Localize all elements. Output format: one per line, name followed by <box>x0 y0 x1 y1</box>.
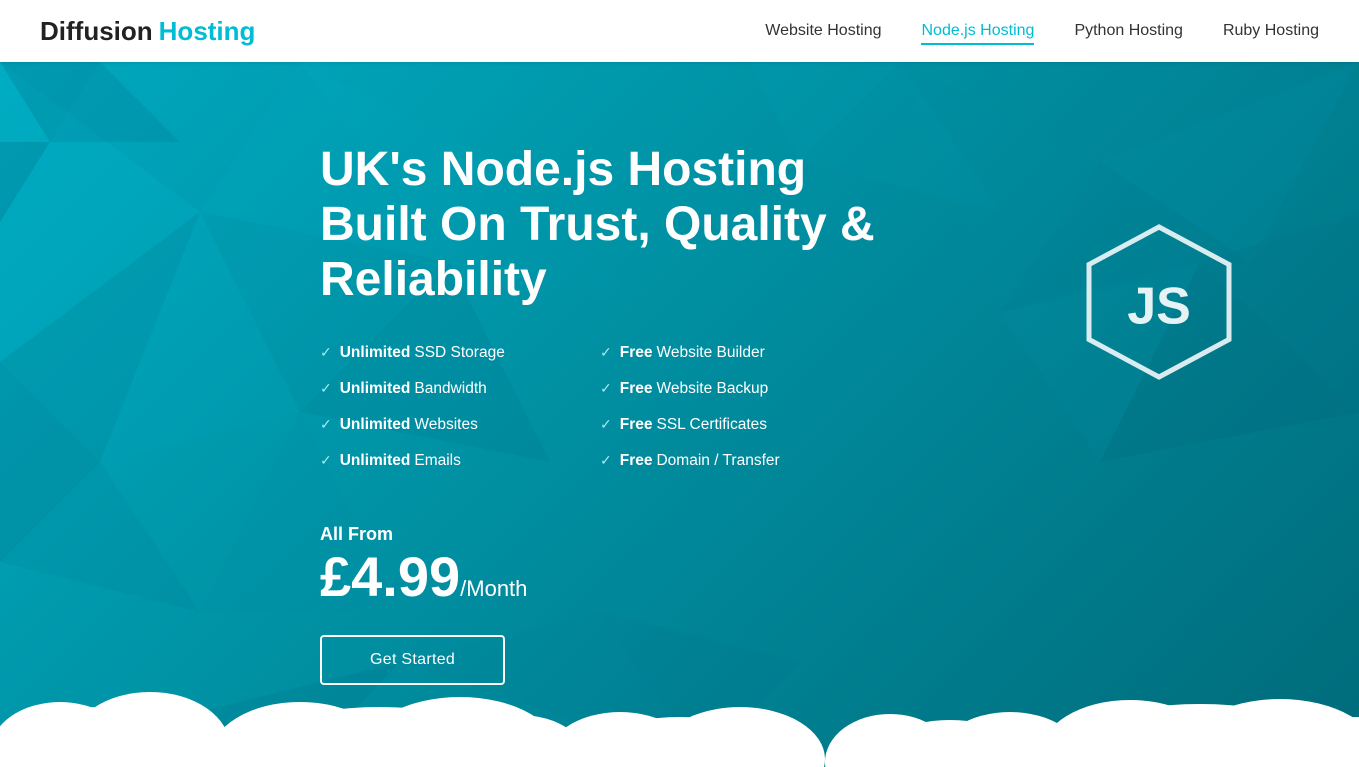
feature-bold-2: Free <box>620 344 653 362</box>
feature-bold-1: Unlimited <box>340 344 411 362</box>
feature-unlimited-emails: ✓ Unlimited Emails <box>320 452 600 470</box>
features-grid: ✓ Unlimited SSD Storage ✓ Free Website B… <box>320 344 900 488</box>
feature-bold-6: Free <box>620 416 653 434</box>
check-icon-3: ✓ <box>320 380 332 397</box>
feature-free-website-builder: ✓ Free Website Builder <box>600 344 880 362</box>
price-display: £4.99/Month <box>320 549 900 605</box>
all-from-label: All From <box>320 524 900 545</box>
feature-text-3: Bandwidth <box>414 380 486 398</box>
feature-free-website-backup: ✓ Free Website Backup <box>600 380 880 398</box>
check-icon-1: ✓ <box>320 344 332 361</box>
nav-item-nodejs-hosting[interactable]: Node.js Hosting <box>921 22 1034 40</box>
navbar: Diffusion Hosting Website Hosting Node.j… <box>0 0 1359 62</box>
nav-links: Website Hosting Node.js Hosting Python H… <box>765 22 1319 40</box>
feature-text-7: Emails <box>414 452 461 470</box>
nav-link-python-hosting[interactable]: Python Hosting <box>1074 22 1183 39</box>
feature-text-2: Website Builder <box>656 344 764 362</box>
nav-item-ruby-hosting[interactable]: Ruby Hosting <box>1223 22 1319 40</box>
feature-free-ssl: ✓ Free SSL Certificates <box>600 416 880 434</box>
clouds-decoration <box>0 647 1359 767</box>
nav-link-nodejs-hosting[interactable]: Node.js Hosting <box>921 22 1034 45</box>
logo-text-diffusion: Diffusion <box>40 16 153 47</box>
logo[interactable]: Diffusion Hosting <box>40 16 255 47</box>
check-icon-6: ✓ <box>600 416 612 433</box>
price-section: All From £4.99/Month <box>320 524 900 605</box>
feature-text-5: Websites <box>414 416 477 434</box>
check-icon-4: ✓ <box>600 380 612 397</box>
nav-link-website-hosting[interactable]: Website Hosting <box>765 22 881 39</box>
check-icon-7: ✓ <box>320 452 332 469</box>
check-icon-8: ✓ <box>600 452 612 469</box>
nav-link-ruby-hosting[interactable]: Ruby Hosting <box>1223 22 1319 39</box>
check-icon-2: ✓ <box>600 344 612 361</box>
clouds-svg <box>0 647 1359 767</box>
feature-unlimited-websites: ✓ Unlimited Websites <box>320 416 600 434</box>
nodejs-logo: JS <box>1079 222 1239 387</box>
feature-bold-4: Free <box>620 380 653 398</box>
feature-text-8: Domain / Transfer <box>656 452 779 470</box>
feature-bold-5: Unlimited <box>340 416 411 434</box>
feature-text-4: Website Backup <box>656 380 768 398</box>
svg-text:JS: JS <box>1127 278 1191 336</box>
feature-unlimited-ssd: ✓ Unlimited SSD Storage <box>320 344 600 362</box>
feature-free-domain: ✓ Free Domain / Transfer <box>600 452 880 470</box>
feature-bold-3: Unlimited <box>340 380 411 398</box>
hero-content: UK's Node.js Hosting Built On Trust, Qua… <box>0 62 900 685</box>
feature-text-6: SSL Certificates <box>656 416 767 434</box>
nav-item-website-hosting[interactable]: Website Hosting <box>765 22 881 40</box>
check-icon-5: ✓ <box>320 416 332 433</box>
feature-unlimited-bandwidth: ✓ Unlimited Bandwidth <box>320 380 600 398</box>
hero-section: JS UK's Node.js Hosting Built On Trust, … <box>0 62 1359 767</box>
hero-title: UK's Node.js Hosting Built On Trust, Qua… <box>320 142 900 308</box>
feature-bold-8: Free <box>620 452 653 470</box>
feature-bold-7: Unlimited <box>340 452 411 470</box>
price-amount: £4.99 <box>320 545 460 608</box>
logo-text-hosting: Hosting <box>159 16 256 47</box>
price-per-month: /Month <box>460 576 527 601</box>
nav-item-python-hosting[interactable]: Python Hosting <box>1074 22 1183 40</box>
feature-text-1: SSD Storage <box>414 344 504 362</box>
